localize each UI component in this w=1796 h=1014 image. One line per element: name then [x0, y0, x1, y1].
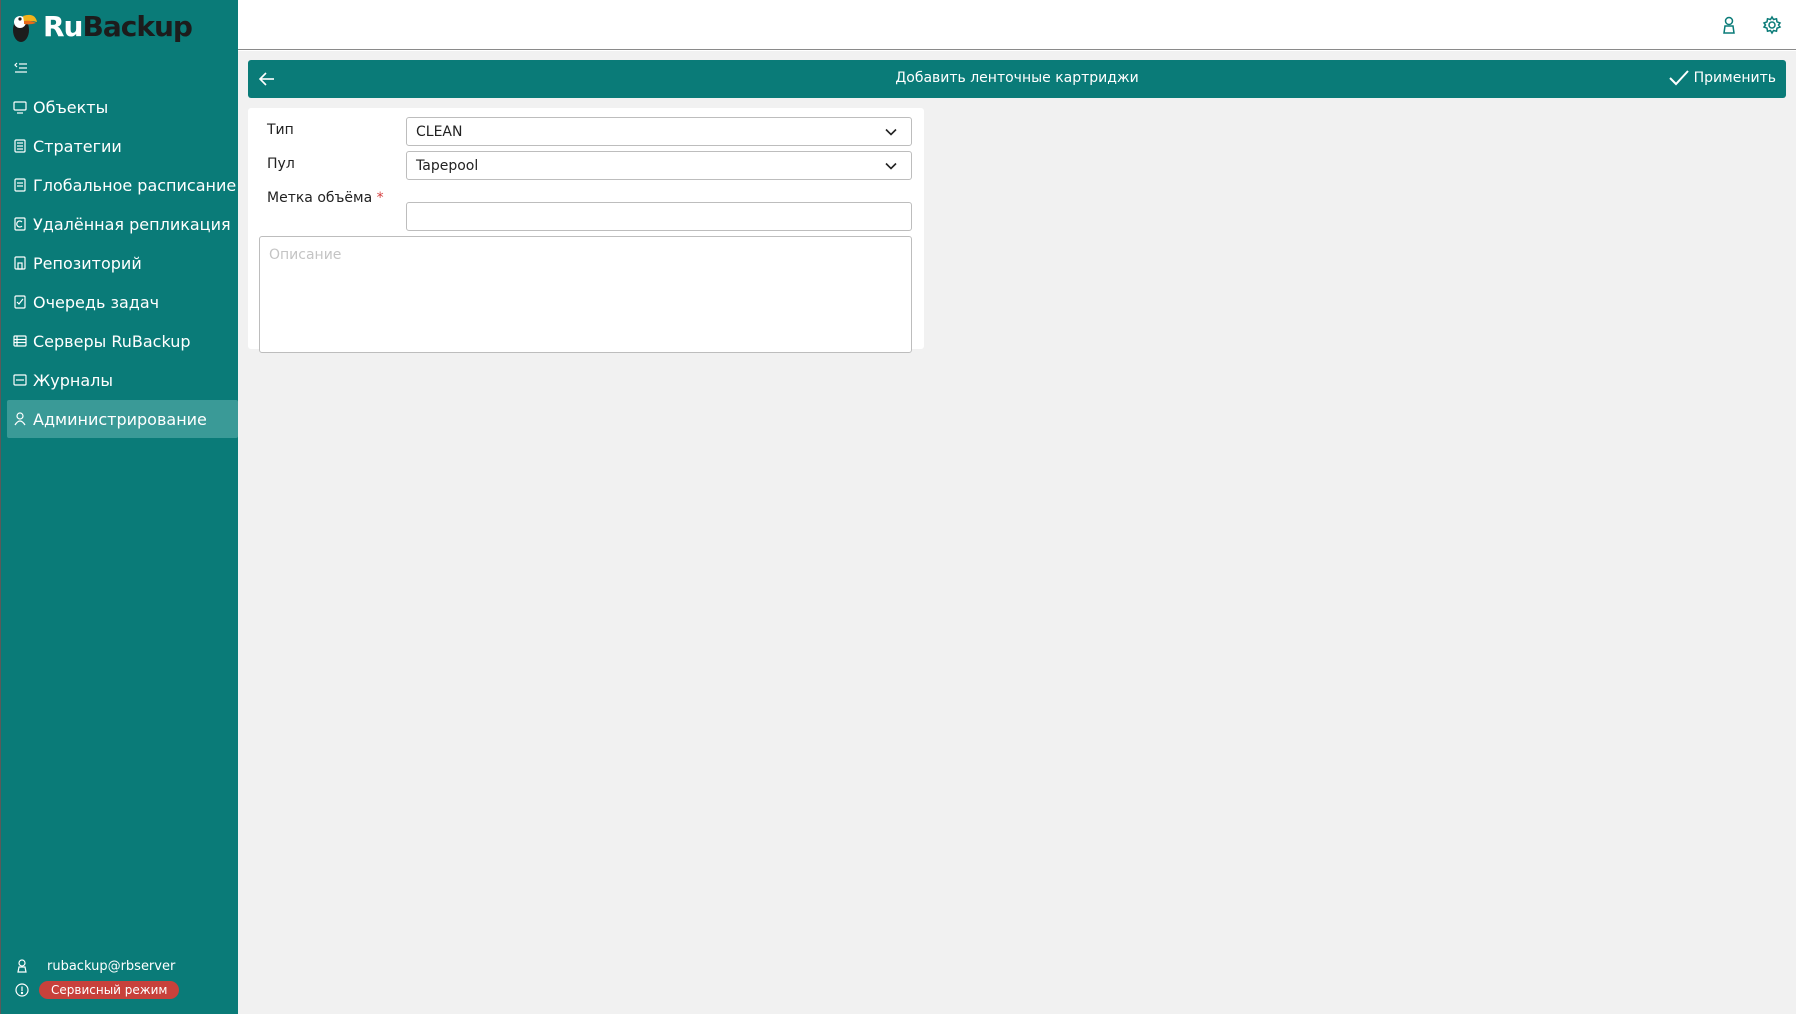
sidebar-item-label: Администрирование: [33, 409, 207, 429]
collapse-sidebar-icon[interactable]: [13, 60, 29, 76]
username: rubackup@rbserver: [47, 958, 176, 974]
checkmark-icon: [1668, 70, 1689, 86]
user-icon: [15, 958, 29, 974]
sidebar-item-label: Серверы RuBackup: [33, 331, 191, 351]
required-marker: *: [376, 190, 384, 206]
apply-button[interactable]: Применить: [1668, 68, 1776, 88]
sidebar-item-label: Журналы: [33, 370, 113, 390]
log-icon: [13, 372, 27, 388]
sidebar-item-label: Очередь задач: [33, 292, 160, 312]
type-label: Тип: [267, 122, 294, 138]
sidebar-item-administration[interactable]: Администрирование: [7, 400, 238, 438]
user-profile-icon[interactable]: [1719, 15, 1739, 35]
repository-icon: [13, 255, 27, 271]
sidebar-item-repository[interactable]: Репозиторий: [7, 244, 238, 282]
chevron-down-icon: [885, 126, 897, 138]
current-user: rubackup@rbserver: [15, 958, 175, 974]
sidebar-item-label: Глобальное расписание: [33, 175, 237, 195]
type-select-value: CLEAN: [416, 124, 463, 140]
sidebar-item-objects[interactable]: Объекты: [7, 88, 238, 126]
warning-icon: [15, 982, 29, 998]
main-content: Добавить ленточные картриджи Применить Т…: [238, 51, 1796, 1014]
clipboard-check-icon: [13, 294, 27, 310]
page-title: Добавить ленточные картриджи: [895, 70, 1139, 86]
sidebar-item-remote-replication[interactable]: Удалённая репликация: [7, 205, 238, 243]
pool-select-value: Tapepool: [416, 158, 479, 174]
description-textarea[interactable]: [259, 236, 912, 353]
logo-text-ru: Ru: [43, 9, 83, 43]
server-icon: [13, 333, 27, 349]
pool-select[interactable]: Tapepool: [406, 151, 912, 180]
sidebar: RuBackup Объекты Стратегии Глобальное ра…: [0, 0, 238, 1014]
pool-label: Пул: [267, 156, 295, 172]
sidebar-item-task-queue[interactable]: Очередь задач: [7, 283, 238, 321]
app-logo: RuBackup: [9, 6, 193, 46]
sidebar-item-rubackup-servers[interactable]: Серверы RuBackup: [7, 322, 238, 360]
volume-label-text: Метка объёма: [267, 190, 373, 206]
sidebar-item-label: Стратегии: [33, 136, 122, 156]
sidebar-item-label: Репозиторий: [33, 253, 142, 273]
sidebar-item-global-schedule[interactable]: Глобальное расписание: [7, 166, 238, 204]
gear-icon[interactable]: [1762, 15, 1782, 35]
top-bar: [238, 0, 1796, 50]
service-mode-badge: Сервисный режим: [39, 981, 180, 999]
sidebar-item-strategies[interactable]: Стратегии: [7, 127, 238, 165]
schedule-icon: [13, 177, 27, 193]
logo-text-backup: Backup: [82, 9, 193, 43]
volume-label: Метка объёма *: [267, 190, 384, 206]
sidebar-item-label: Удалённая репликация: [33, 214, 231, 234]
toucan-logo-icon: [9, 8, 39, 44]
document-icon: [13, 138, 27, 154]
type-select[interactable]: CLEAN: [406, 117, 912, 146]
add-cartridges-form: Тип CLEAN Пул Tapepool Метка объёма *: [248, 108, 924, 353]
sidebar-item-logs[interactable]: Журналы: [7, 361, 238, 399]
apply-button-label: Применить: [1693, 70, 1776, 86]
replication-icon: [13, 216, 27, 232]
monitor-icon: [13, 99, 27, 115]
admin-user-icon: [13, 411, 27, 427]
service-mode-indicator: Сервисный режим: [15, 981, 180, 999]
page-header: Добавить ленточные картриджи Применить: [248, 60, 1786, 98]
sidebar-item-label: Объекты: [33, 97, 109, 117]
volume-label-input[interactable]: [406, 202, 912, 231]
sidebar-nav: Объекты Стратегии Глобальное расписание …: [7, 88, 238, 439]
chevron-down-icon: [885, 160, 897, 172]
